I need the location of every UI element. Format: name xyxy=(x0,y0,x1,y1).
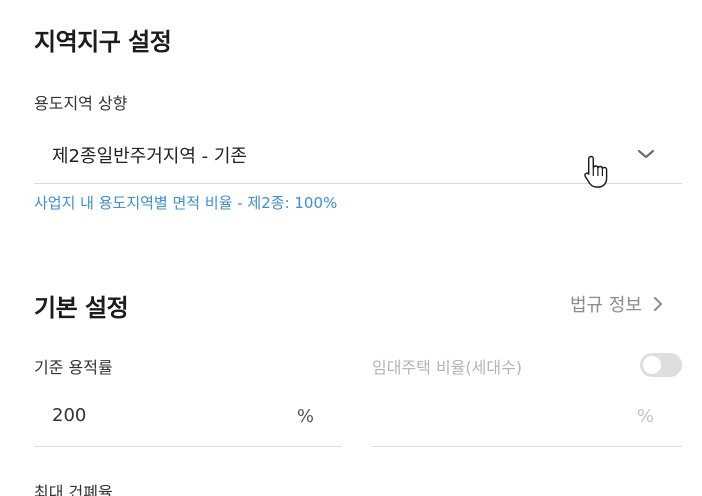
chevron-right-icon xyxy=(653,297,662,311)
rental-ratio-label: 임대주택 비율(세대수) xyxy=(372,358,523,377)
base-far-input[interactable] xyxy=(52,405,272,426)
zoning-area-ratio-hint: 사업지 내 용도지역별 면적 비율 - 제2종: 100% xyxy=(34,194,338,212)
law-info-link[interactable]: 법규 정보 xyxy=(570,291,664,317)
base-far-field[interactable]: % xyxy=(34,393,342,447)
basic-section-title: 기본 설정 xyxy=(34,294,129,322)
rental-ratio-unit: % xyxy=(636,406,654,427)
toggle-knob xyxy=(643,356,661,374)
zoning-select-value: 제2종일반주거지역 - 기존 xyxy=(52,146,247,167)
base-far-unit: % xyxy=(296,406,314,427)
max-bcr-label: 최대 건폐율 xyxy=(34,483,113,496)
rental-ratio-input[interactable] xyxy=(390,405,610,426)
base-far-label: 기준 용적률 xyxy=(34,358,113,377)
chevron-down-icon xyxy=(637,149,655,159)
zoning-upgrade-label: 용도지역 상향 xyxy=(34,94,128,113)
rental-ratio-toggle[interactable] xyxy=(640,353,682,377)
law-info-link-label: 법규 정보 xyxy=(570,295,642,316)
zoning-section-title: 지역지구 설정 xyxy=(34,28,172,56)
hand-pointer-cursor-icon xyxy=(584,155,608,188)
rental-ratio-field[interactable]: % xyxy=(372,393,682,447)
